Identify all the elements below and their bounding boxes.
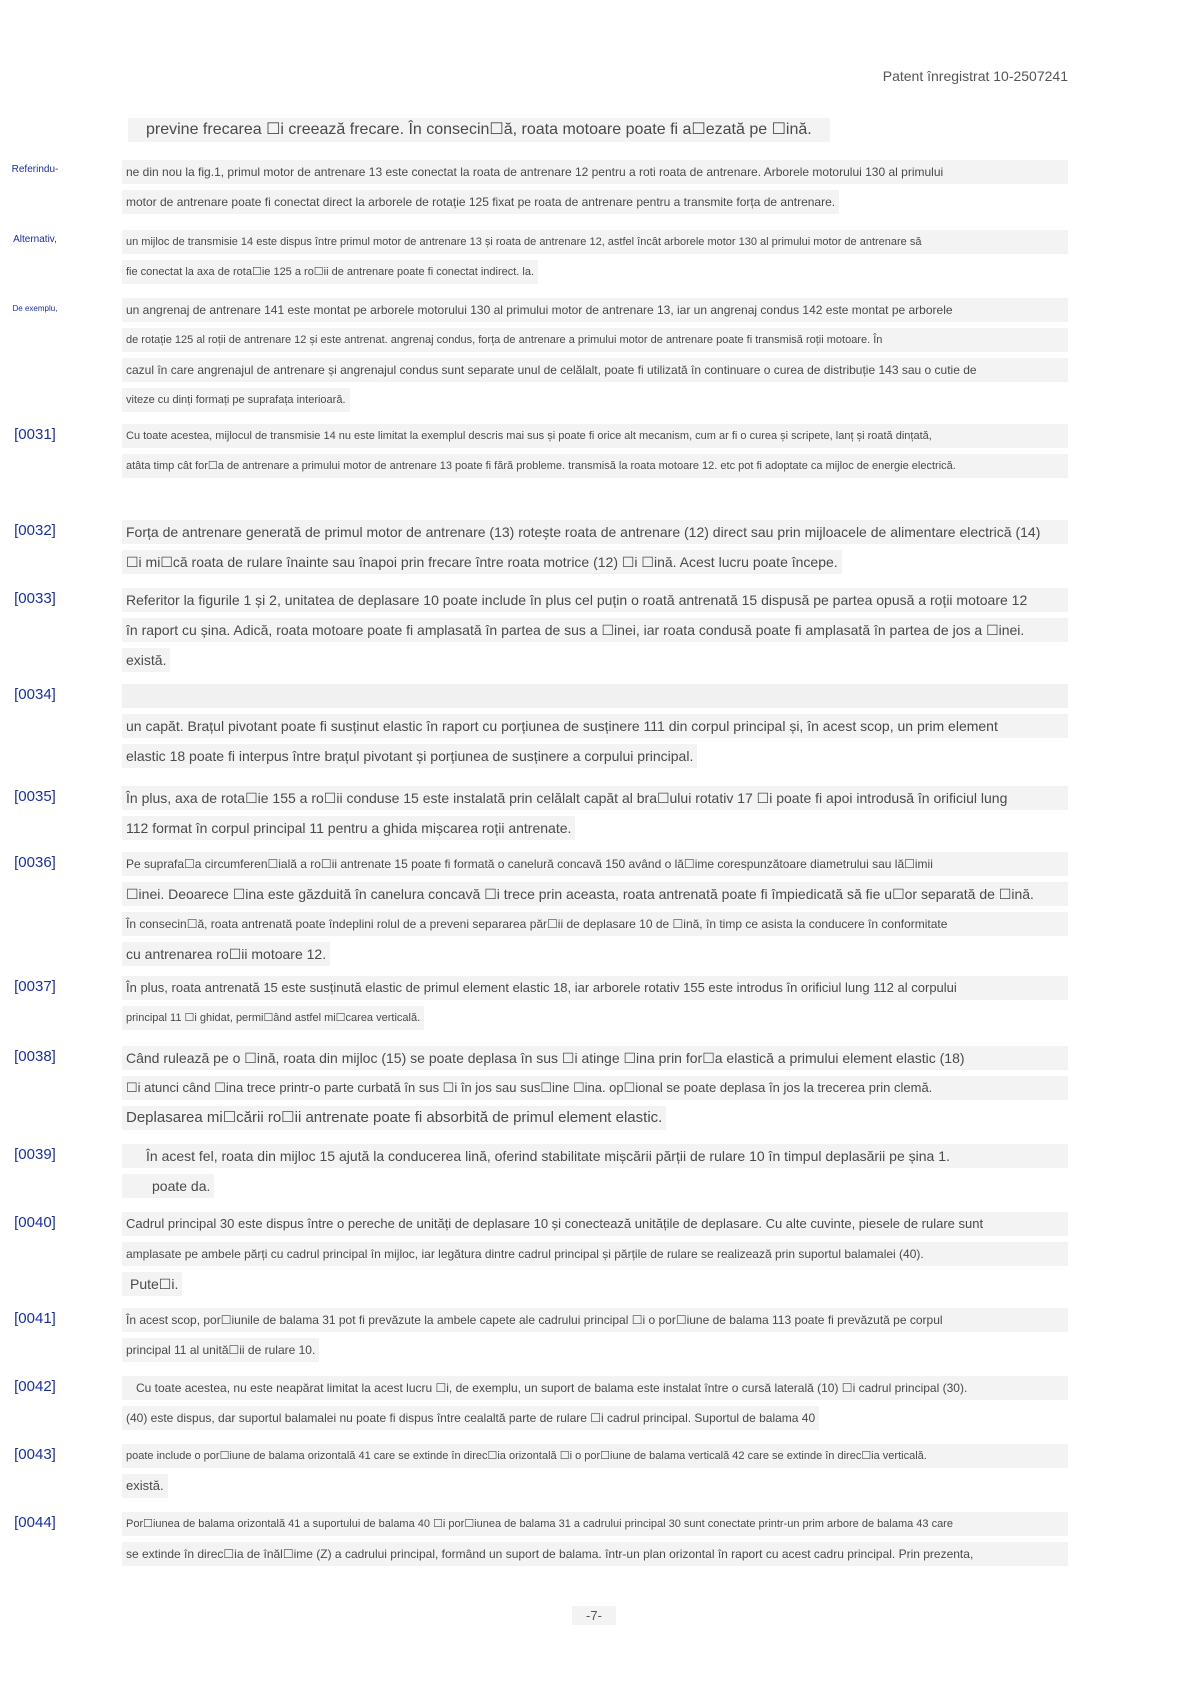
paragraph-line: Cadrul principal 30 este dispus între o … xyxy=(122,1212,1068,1236)
paragraph-line: fie conectat la axa de rota☐ie 125 a ro☐… xyxy=(122,260,538,284)
illegible-line xyxy=(122,684,1068,708)
paragraph-label: [0040] xyxy=(0,1214,70,1231)
paragraph-line: de rotație 125 al roții de antrenare 12 … xyxy=(122,328,1068,352)
paragraph-line: ☐i mi☐că roata de rulare înainte sau îna… xyxy=(122,550,842,574)
paragraph-line: principal 11 ☐i ghidat, permi☐ând astfel… xyxy=(122,1006,424,1030)
paragraph-line: există. xyxy=(122,1474,168,1498)
paragraph-line: un angrenaj de antrenare 141 este montat… xyxy=(122,298,1068,322)
paragraph-label: De exemplu, xyxy=(0,304,70,313)
paragraph-line: Forța de antrenare generată de primul mo… xyxy=(122,520,1068,544)
paragraph-label: [0038] xyxy=(0,1048,70,1065)
paragraph-line: Por☐iunea de balama orizontală 41 a supo… xyxy=(122,1512,1068,1536)
paragraph-line: se extinde în direc☐ia de înăl☐ime (Z) a… xyxy=(122,1542,1068,1566)
paragraph-line: În acest fel, roata din mijloc 15 ajută … xyxy=(122,1144,1068,1168)
paragraph-line: (40) este dispus, dar suportul balamalei… xyxy=(122,1406,819,1430)
paragraph-line: Deplasarea mi☐cării ro☐ii antrenate poat… xyxy=(122,1106,666,1130)
paragraph-label: [0043] xyxy=(0,1446,70,1463)
paragraph-line: 112 format în corpul principal 11 pentru… xyxy=(122,816,575,840)
paragraph-line: Pute☐i. xyxy=(122,1272,182,1296)
paragraph-label: [0044] xyxy=(0,1514,70,1531)
paragraph-label: [0036] xyxy=(0,854,70,871)
paragraph-line: un mijloc de transmisie 14 este dispus î… xyxy=(122,230,1068,254)
paragraph-line: În acest scop, por☐iunile de balama 31 p… xyxy=(122,1308,1068,1332)
patent-reference: Patent înregistrat 10-2507241 xyxy=(883,68,1068,84)
paragraph-line: elastic 18 poate fi interpus între brațu… xyxy=(122,744,697,768)
paragraph-label: [0034] xyxy=(0,686,70,703)
paragraph-line: atâta timp cât for☐a de antrenare a prim… xyxy=(122,454,1068,478)
paragraph-line: ne din nou la fig.1, primul motor de ant… xyxy=(122,160,1068,184)
paragraph-line: ☐i atunci când ☐ina trece printr-o parte… xyxy=(122,1076,1068,1100)
paragraph-line: Cu toate acestea, mijlocul de transmisie… xyxy=(122,424,1068,448)
paragraph-label: [0032] xyxy=(0,522,70,539)
paragraph-line: ☐inei. Deoarece ☐ina este găzduită în ca… xyxy=(122,882,1068,906)
paragraph-label: [0033] xyxy=(0,590,70,607)
paragraph-label: [0039] xyxy=(0,1146,70,1163)
paragraph-line: poate include o por☐iune de balama orizo… xyxy=(122,1444,1068,1468)
paragraph-line: Când rulează pe o ☐ină, roata din mijloc… xyxy=(122,1046,1068,1070)
patent-page: Patent înregistrat 10-2507241 previne fr… xyxy=(0,0,1188,1682)
paragraph-label: [0041] xyxy=(0,1310,70,1327)
intro-line: previne frecarea ☐i creează frecare. În … xyxy=(128,118,830,142)
paragraph-label: [0042] xyxy=(0,1378,70,1395)
page-number: -7- xyxy=(0,1608,1188,1623)
paragraph-line: viteze cu dinți formați pe suprafața int… xyxy=(122,388,350,412)
paragraph-line: Cu toate acestea, nu este neapărat limit… xyxy=(122,1376,1068,1400)
paragraph-line: Referitor la figurile 1 și 2, unitatea d… xyxy=(122,588,1068,612)
paragraph-line: cazul în care angrenajul de antrenare și… xyxy=(122,358,1068,382)
paragraph-label: [0031] xyxy=(0,426,70,443)
paragraph-line: motor de antrenare poate fi conectat dir… xyxy=(122,190,839,214)
page-number-text: -7- xyxy=(572,1606,616,1625)
paragraph-line: În plus, roata antrenată 15 este susținu… xyxy=(122,976,1068,1000)
paragraph-label: Referindu- xyxy=(0,164,70,175)
paragraph-line: un capăt. Brațul pivotant poate fi susți… xyxy=(122,714,1068,738)
paragraph-line: poate da. xyxy=(122,1174,214,1198)
paragraph-line: amplasate pe ambele părți cu cadrul prin… xyxy=(122,1242,1068,1266)
paragraph-line: în raport cu șina. Adică, roata motoare … xyxy=(122,618,1068,642)
paragraph-line: cu antrenarea ro☐ii motoare 12. xyxy=(122,942,330,966)
paragraph-line: principal 11 al unită☐ii de rulare 10. xyxy=(122,1338,319,1362)
paragraph-label: [0037] xyxy=(0,978,70,995)
paragraph-line: există. xyxy=(122,648,170,672)
paragraph-label: [0035] xyxy=(0,788,70,805)
paragraph-label: Alternativ, xyxy=(0,234,70,245)
paragraph-line: Pe suprafa☐a circumferen☐ială a ro☐ii an… xyxy=(122,852,1068,876)
paragraph-line: În plus, axa de rota☐ie 155 a ro☐ii cond… xyxy=(122,786,1068,810)
paragraph-line: În consecin☐ă, roata antrenată poate înd… xyxy=(122,912,1068,936)
